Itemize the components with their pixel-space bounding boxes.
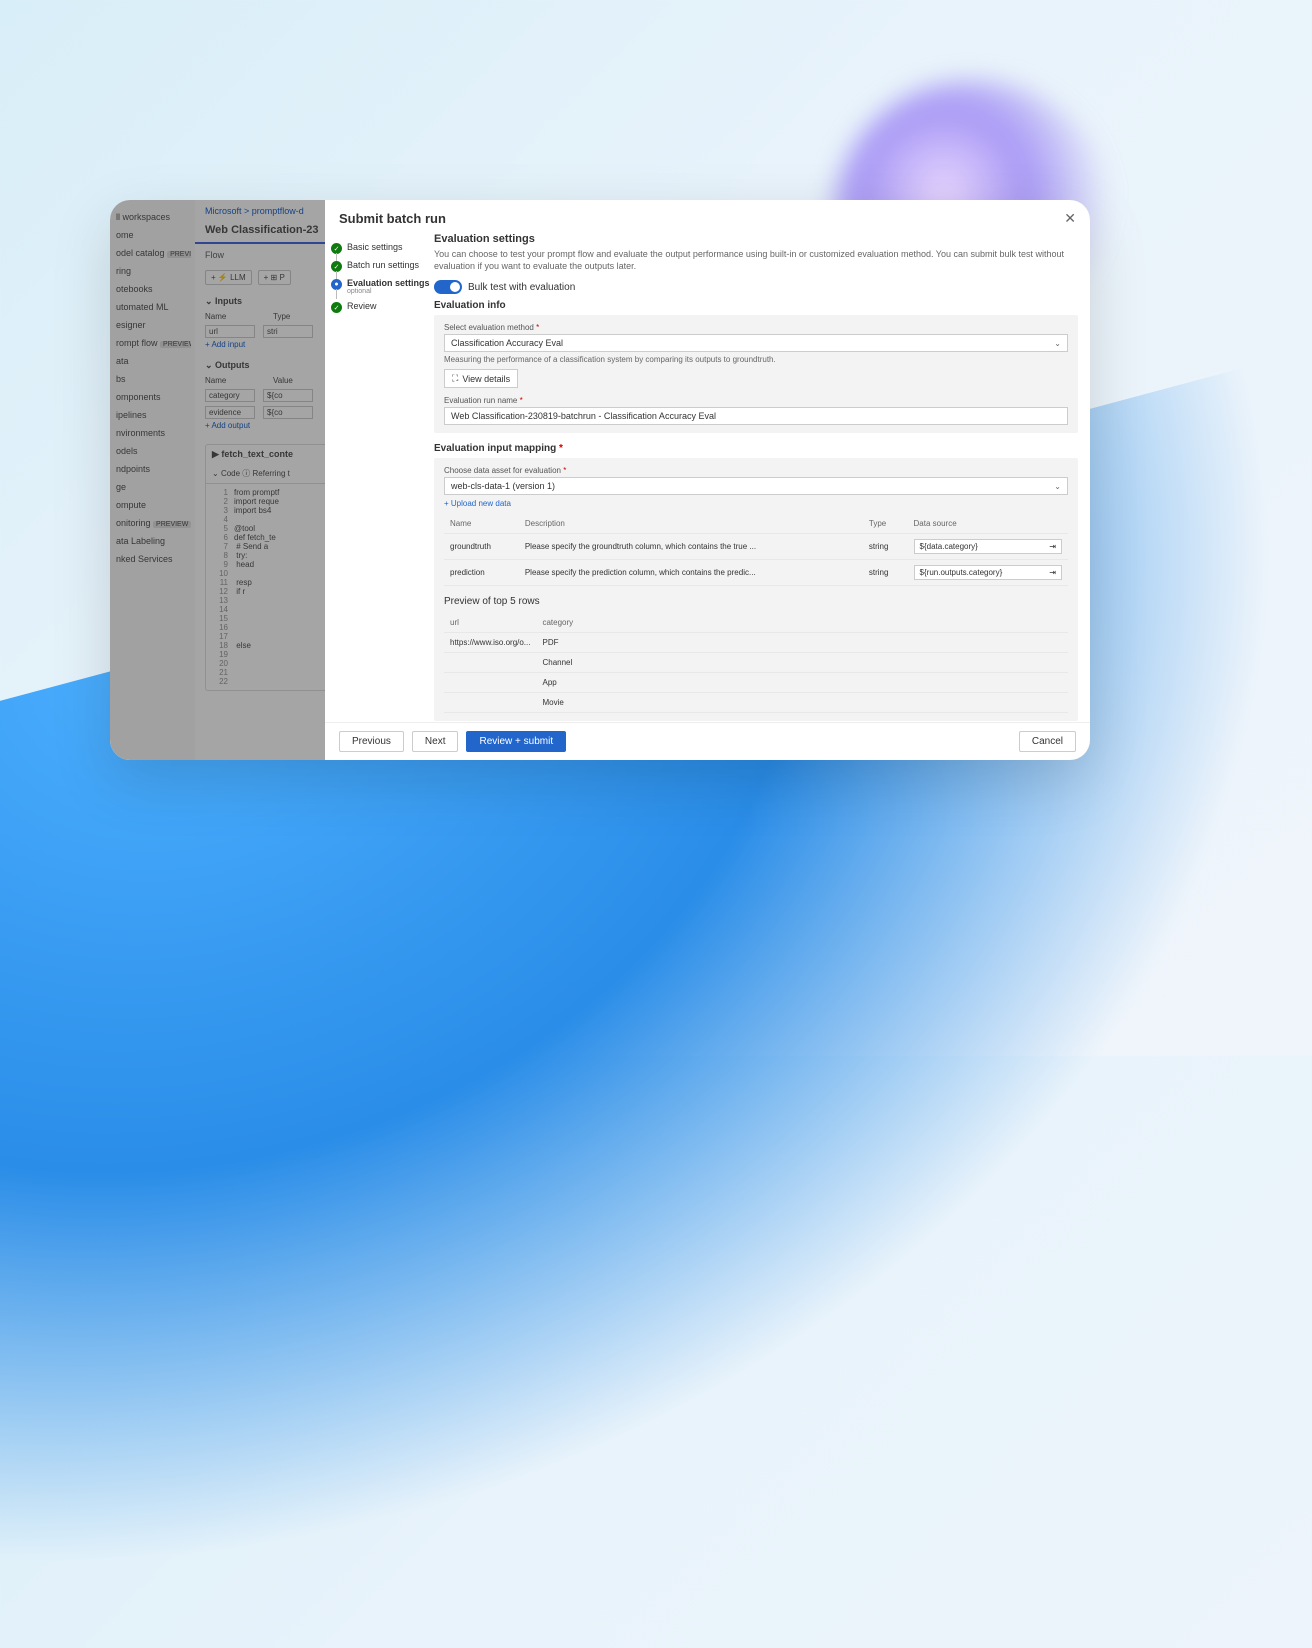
table-row: prediction Please specify the prediction…: [444, 560, 1068, 586]
mapping-icon: ⇥: [1049, 542, 1056, 551]
evaluation-settings-heading: Evaluation settings: [434, 233, 1078, 245]
chevron-down-icon: ⌄: [1054, 482, 1061, 491]
sidebar-item: nked Services: [114, 550, 191, 568]
evaluation-info-panel: Select evaluation method * Classificatio…: [434, 315, 1078, 433]
upload-new-data-link[interactable]: + Upload new data: [444, 499, 1068, 508]
preview-table: url category https://www.iso.org/o...PDF…: [444, 613, 1068, 713]
tool-p: + ⊞ P: [258, 270, 291, 285]
evaluation-info-heading: Evaluation info: [434, 300, 1078, 311]
sidebar: ll workspaces ome odel catalog PREVIEW r…: [110, 200, 195, 760]
mapping-icon: ⇥: [1049, 568, 1056, 577]
submit-batch-run-modal: Submit batch run ✕ ✓Basic settings ✓Batc…: [325, 200, 1090, 760]
sidebar-item: ge: [114, 478, 191, 496]
review-submit-button[interactable]: Review + submit: [466, 731, 566, 752]
data-asset-select[interactable]: web-cls-data-1 (version 1)⌄: [444, 477, 1068, 495]
next-button[interactable]: Next: [412, 731, 459, 752]
table-row: Channel: [444, 653, 1068, 673]
step-batch-run-settings[interactable]: ✓Batch run settings: [331, 257, 430, 275]
table-row: groundtruth Please specify the groundtru…: [444, 534, 1068, 560]
previous-button[interactable]: Previous: [339, 731, 404, 752]
sidebar-item: ipelines: [114, 406, 191, 424]
sidebar-item: rompt flow PREVIEW: [114, 334, 191, 352]
data-source-input[interactable]: ${run.outputs.category}⇥: [914, 565, 1062, 580]
close-icon[interactable]: ✕: [1064, 210, 1076, 227]
sidebar-item: bs: [114, 370, 191, 388]
cancel-button[interactable]: Cancel: [1019, 731, 1076, 752]
preview-heading: Preview of top 5 rows: [444, 596, 1068, 607]
sidebar-item: ring: [114, 262, 191, 280]
sidebar-item: odels: [114, 442, 191, 460]
view-details-button[interactable]: ⛶View details: [444, 369, 518, 388]
sidebar-item: omponents: [114, 388, 191, 406]
input-mapping-heading: Evaluation input mapping: [434, 443, 556, 454]
tool-llm: + ⚡ LLM: [205, 270, 252, 285]
table-row: https://www.iso.org/o...PDF: [444, 633, 1068, 653]
bulk-test-label: Bulk test with evaluation: [468, 282, 575, 293]
table-row: App: [444, 673, 1068, 693]
sidebar-item: ome: [114, 226, 191, 244]
sidebar-item: ata Labeling: [114, 532, 191, 550]
step-basic-settings[interactable]: ✓Basic settings: [331, 239, 430, 257]
table-row: Movie: [444, 693, 1068, 713]
sidebar-item: ndpoints: [114, 460, 191, 478]
mapping-table: Name Description Type Data source ground…: [444, 514, 1068, 586]
step-evaluation-settings[interactable]: ●Evaluation settingsoptional: [331, 275, 430, 298]
sidebar-item: utomated ML: [114, 298, 191, 316]
modal-footer: Previous Next Review + submit Cancel: [325, 722, 1090, 760]
bulk-test-toggle[interactable]: [434, 280, 462, 294]
modal-content: Evaluation settings You can choose to te…: [430, 233, 1090, 722]
input-mapping-panel: Choose data asset for evaluation * web-c…: [434, 458, 1078, 721]
chevron-down-icon: ⌄: [1054, 339, 1061, 348]
evaluation-method-desc: Measuring the performance of a classific…: [444, 355, 1068, 364]
step-review[interactable]: ✓Review: [331, 298, 430, 316]
sidebar-item: onitoring PREVIEW: [114, 514, 191, 532]
evaluation-desc: You can choose to test your prompt flow …: [434, 249, 1078, 272]
evaluation-method-select[interactable]: Classification Accuracy Eval⌄: [444, 334, 1068, 352]
sidebar-item: otebooks: [114, 280, 191, 298]
modal-title: Submit batch run: [339, 211, 446, 226]
sidebar-item: ompute: [114, 496, 191, 514]
sidebar-item: ata: [114, 352, 191, 370]
data-source-input[interactable]: ${data.category}⇥: [914, 539, 1062, 554]
app-card: ll workspaces ome odel catalog PREVIEW r…: [110, 200, 1090, 760]
sidebar-item: ll workspaces: [114, 208, 191, 226]
sidebar-item: nvironments: [114, 424, 191, 442]
wizard-steps: ✓Basic settings ✓Batch run settings ●Eva…: [325, 233, 430, 722]
sidebar-item: esigner: [114, 316, 191, 334]
sidebar-item: odel catalog PREVIEW: [114, 244, 191, 262]
expand-icon: ⛶: [452, 373, 458, 384]
evaluation-run-name-input[interactable]: Web Classification-230819-batchrun - Cla…: [444, 407, 1068, 425]
